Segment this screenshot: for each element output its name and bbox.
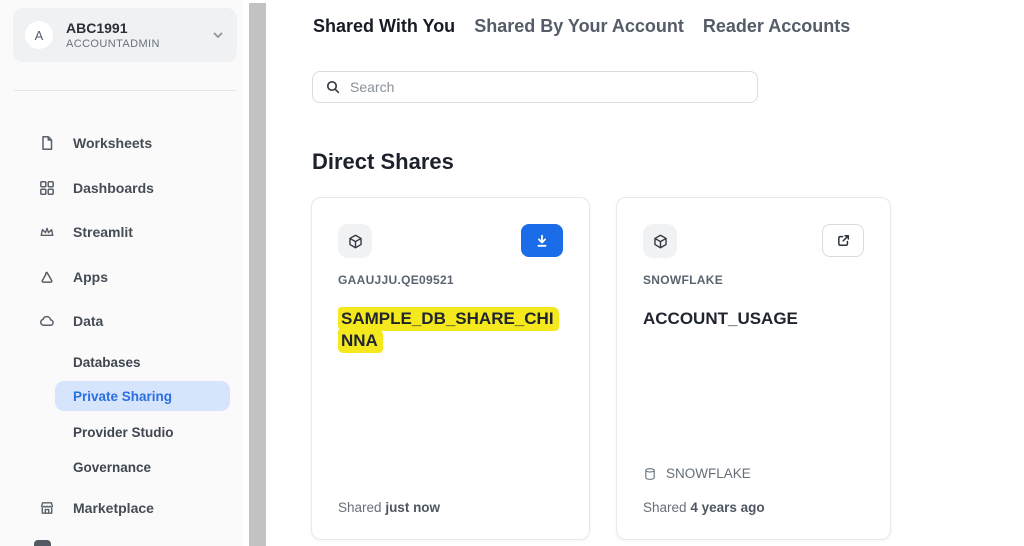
download-icon — [534, 233, 550, 249]
avatar-initial: A — [34, 27, 44, 43]
section-title: Direct Shares — [312, 149, 454, 174]
open-share-button[interactable] — [822, 224, 864, 257]
shared-label: Shared — [338, 500, 382, 515]
avatar: A — [25, 21, 53, 49]
search-input[interactable] — [350, 79, 757, 95]
highlight-annotation: SAMPLE_DB_SHARE_CHINNA — [338, 307, 559, 354]
sidebar-item-label: Marketplace — [73, 500, 154, 516]
get-data-button[interactable] — [521, 224, 563, 257]
sidebar-item-label: Dashboards — [73, 180, 154, 196]
shared-time: just now — [385, 500, 441, 515]
apps-icon — [38, 269, 55, 285]
share-title: ACCOUNT_USAGE — [643, 309, 798, 328]
sidebar-item-apps[interactable]: Apps — [38, 265, 108, 289]
sidebar-item-label: Streamlit — [73, 224, 133, 240]
dashboards-icon — [38, 180, 55, 196]
sidebar-item-dashboards[interactable]: Dashboards — [38, 176, 154, 200]
sidebar-item-governance[interactable]: Governance — [73, 458, 151, 476]
data-cloud-icon — [38, 313, 55, 329]
sidebar-subitem-label: Provider Studio — [73, 424, 174, 440]
chevron-down-icon — [211, 28, 225, 42]
tab-reader-accounts[interactable]: Reader Accounts — [703, 16, 850, 37]
card-header — [338, 224, 563, 258]
tab-shared-by-your-account[interactable]: Shared By Your Account — [474, 16, 684, 37]
shared-label: Shared — [643, 500, 687, 515]
share-cube-icon — [643, 224, 677, 258]
sidebar: A ABC1991 ACCOUNTADMIN Worksheets Dashbo… — [0, 0, 243, 546]
worksheets-icon — [38, 135, 55, 151]
shared-time: 4 years ago — [690, 500, 765, 515]
external-link-icon — [836, 233, 851, 248]
search-box[interactable] — [312, 71, 758, 103]
sidebar-subitem-label: Databases — [73, 354, 141, 370]
account-name: ABC1991 — [66, 20, 128, 36]
sidebar-item-label: Worksheets — [73, 135, 153, 151]
database-row: SNOWFLAKE — [643, 466, 864, 481]
shared-time-row: Shared just now — [338, 500, 563, 515]
database-name: SNOWFLAKE — [666, 466, 751, 481]
sidebar-item-label: Data — [73, 313, 104, 329]
share-card-account-usage[interactable]: SNOWFLAKE ACCOUNT_USAGE SNOWFLAKE Shared… — [616, 197, 891, 540]
sidebar-subitem-label: Governance — [73, 459, 152, 475]
direct-shares-list: GAAUJJU.QE09521 SAMPLE_DB_SHARE_CHINNA S… — [311, 197, 891, 540]
account-selector[interactable]: A ABC1991 ACCOUNTADMIN — [13, 8, 237, 62]
share-provider-account: GAAUJJU.QE09521 — [338, 273, 454, 287]
sidebar-item-databases[interactable]: Databases — [73, 353, 141, 371]
sidebar-item-partial-icon — [34, 540, 51, 546]
share-card-sample-db[interactable]: GAAUJJU.QE09521 SAMPLE_DB_SHARE_CHINNA S… — [311, 197, 590, 540]
database-icon — [643, 467, 657, 481]
sidebar-item-marketplace[interactable]: Marketplace — [38, 496, 154, 520]
shared-time-row: Shared 4 years ago — [643, 500, 864, 515]
account-text: ABC1991 ACCOUNTADMIN — [66, 19, 211, 51]
share-cube-icon — [338, 224, 372, 258]
tab-shared-with-you[interactable]: Shared With You — [313, 16, 455, 37]
search-icon — [326, 80, 340, 94]
sidebar-item-label: Apps — [73, 269, 108, 285]
account-role: ACCOUNTADMIN — [66, 38, 160, 50]
share-tabs: Shared With You Shared By Your Account R… — [313, 16, 850, 37]
share-provider-account: SNOWFLAKE — [643, 273, 724, 287]
share-title: SAMPLE_DB_SHARE_CHINNA — [338, 307, 563, 354]
sidebar-item-data[interactable]: Data — [38, 309, 103, 333]
streamlit-icon — [38, 224, 55, 240]
sidebar-item-worksheets[interactable]: Worksheets — [38, 131, 152, 155]
sidebar-subitem-label: Private Sharing — [73, 388, 173, 404]
card-header — [643, 224, 864, 258]
sidebar-item-streamlit[interactable]: Streamlit — [38, 220, 133, 244]
marketplace-icon — [38, 500, 55, 516]
sidebar-item-provider-studio[interactable]: Provider Studio — [73, 423, 174, 441]
sidebar-scrollbar-thumb[interactable] — [249, 3, 266, 546]
sidebar-divider — [14, 90, 236, 91]
sidebar-item-private-sharing[interactable]: Private Sharing — [55, 381, 230, 411]
